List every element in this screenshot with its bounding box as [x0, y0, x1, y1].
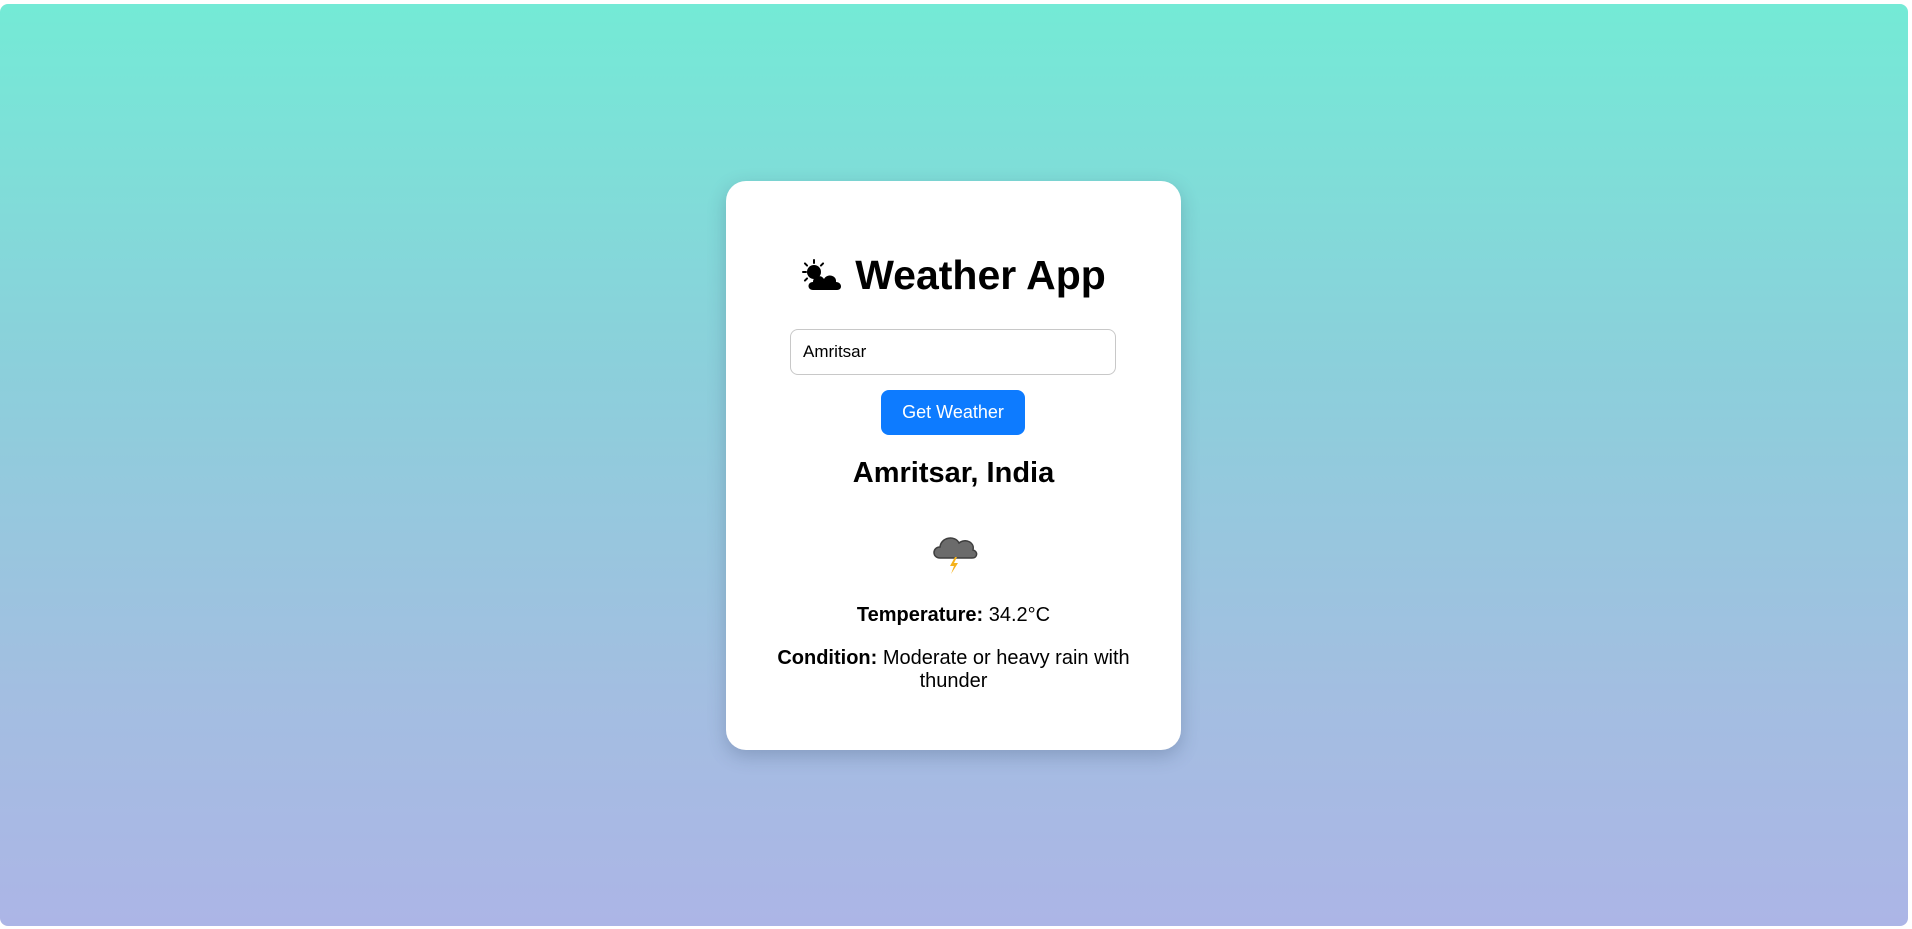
temperature-value: 34.2°C: [988, 604, 1051, 626]
temperature-label: Temperature:: [856, 604, 984, 626]
sun-behind-cloud-icon: [801, 258, 845, 294]
condition-label: Condition:: [777, 647, 878, 669]
thunder-cloud-icon: [929, 528, 979, 576]
location-heading: Amritsar, India: [852, 457, 1055, 489]
condition-value: Moderate or heavy rain with thunder: [882, 647, 1130, 692]
condition-line: Condition: Moderate or heavy rain with t…: [766, 647, 1141, 693]
get-weather-button[interactable]: Get Weather: [881, 390, 1025, 435]
weather-card: Weather App Get Weather Amritsar, India …: [726, 181, 1181, 750]
page-title: Weather App: [726, 255, 1181, 296]
page-title-text: Weather App: [855, 252, 1106, 298]
city-search-input[interactable]: [790, 329, 1116, 375]
temperature-line: Temperature: 34.2°C: [766, 604, 1141, 627]
page-background: Weather App Get Weather Amritsar, India …: [0, 4, 1908, 926]
